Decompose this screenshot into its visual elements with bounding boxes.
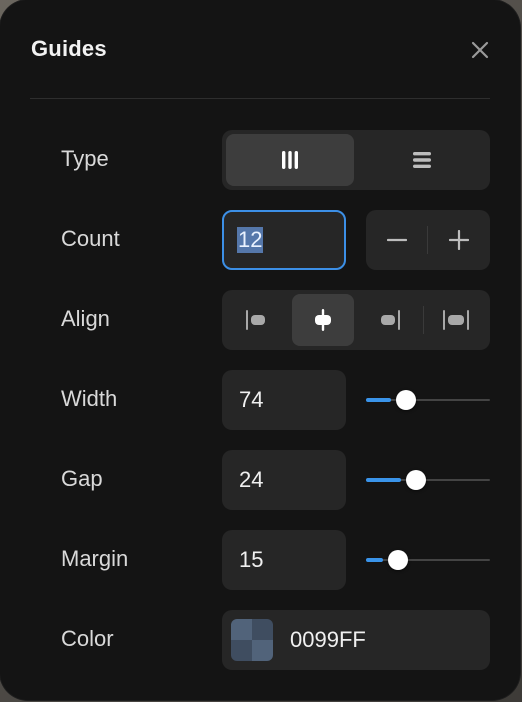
gap-label: Gap [61,466,103,491]
columns-icon [282,151,298,169]
align-center-icon [315,309,331,331]
header-divider [30,98,490,99]
align-divider [423,306,424,334]
align-right-icon [381,310,400,330]
align-label: Align [61,306,110,331]
margin-input[interactable]: 15 [222,530,346,590]
margin-slider-track [366,559,490,561]
gap-slider[interactable] [366,470,490,490]
rows-icon [413,152,431,168]
margin-slider[interactable] [366,550,490,570]
stepper-divider [427,226,428,254]
color-label: Color [61,626,114,651]
color-swatch[interactable] [231,619,273,661]
increment-button[interactable] [429,210,489,270]
color-hex-value: 0099FF [290,627,366,652]
align-center-button[interactable] [292,294,354,346]
decrement-button[interactable] [367,210,427,270]
close-icon [471,41,489,59]
margin-slider-thumb[interactable] [388,550,408,570]
width-value: 74 [239,387,264,412]
panel-title: Guides [31,36,107,61]
guides-panel: Guides Type Count 12 Align Width 74 Gap … [0,0,520,700]
type-columns-button[interactable] [226,134,354,186]
gap-value: 24 [239,467,264,492]
width-slider-thumb[interactable] [396,390,416,410]
gap-slider-thumb[interactable] [406,470,426,490]
gap-slider-fill [366,478,401,482]
close-button[interactable] [468,38,492,62]
type-label: Type [61,146,109,171]
margin-value: 15 [239,547,264,572]
width-slider-fill [366,398,391,402]
count-input[interactable]: 12 [222,210,346,270]
gap-input[interactable]: 24 [222,450,346,510]
count-stepper [366,210,490,270]
width-input[interactable]: 74 [222,370,346,430]
minus-icon [387,238,407,242]
count-label: Count [61,226,120,251]
align-right-button[interactable] [358,294,420,346]
align-stretch-button[interactable] [426,294,486,346]
count-value: 12 [237,227,264,253]
width-label: Width [61,386,118,411]
width-slider[interactable] [366,390,490,410]
align-left-icon [246,310,265,330]
type-segmented-control [222,130,490,190]
margin-label: Margin [61,546,129,571]
align-segmented-control [222,290,490,350]
align-stretch-icon [443,310,469,330]
align-left-button[interactable] [226,294,288,346]
type-rows-button[interactable] [358,134,486,186]
color-input[interactable]: 0099FF [222,610,490,670]
plus-icon [449,230,469,250]
margin-slider-fill [366,558,383,562]
